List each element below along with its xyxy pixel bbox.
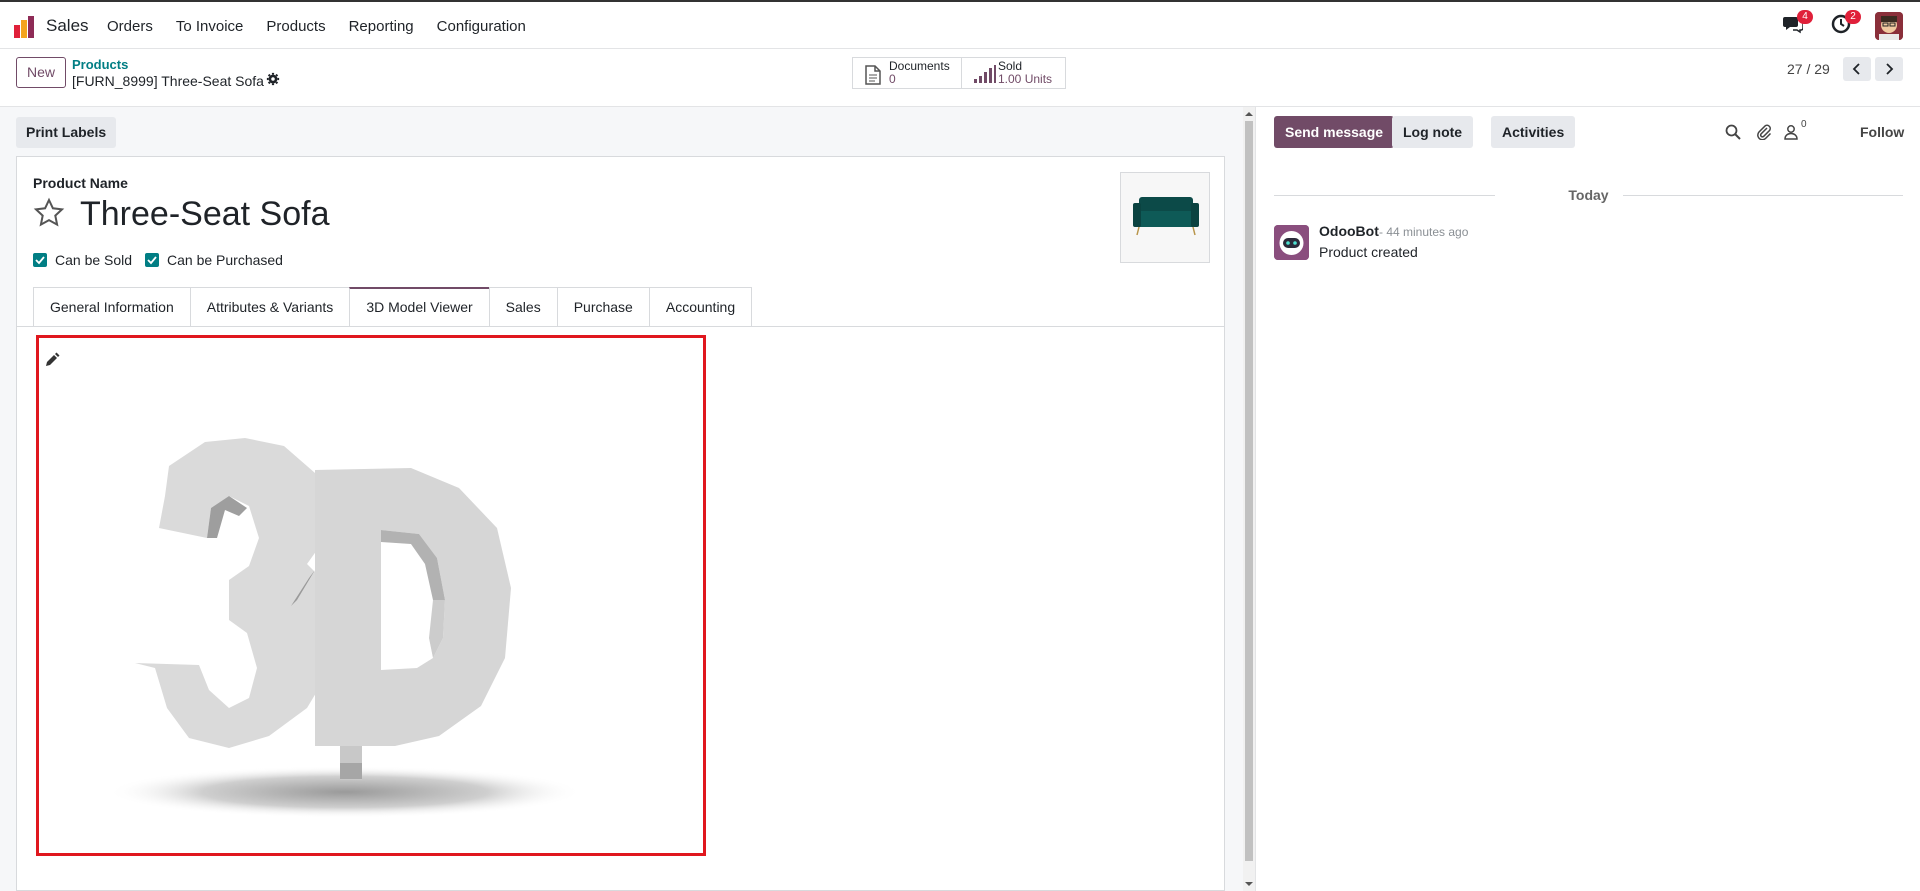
sofa-image — [1121, 173, 1209, 262]
chatter-panel: Send message Log note Activities 0 Follo… — [1255, 107, 1920, 891]
star-icon[interactable] — [33, 197, 65, 229]
search-icon[interactable] — [1725, 124, 1741, 140]
form-scrollbar[interactable] — [1243, 107, 1255, 891]
scroll-down-arrow-icon[interactable] — [1245, 880, 1253, 888]
3d-model-viewer[interactable] — [36, 335, 706, 856]
chevron-left-icon — [1852, 63, 1860, 75]
message-author[interactable]: OdooBot — [1319, 223, 1379, 239]
can-be-purchased-label: Can be Purchased — [167, 252, 283, 268]
can-be-sold-checkbox[interactable]: Can be Sold — [33, 252, 132, 268]
checkbox-checked[interactable] — [145, 253, 159, 267]
pager-value[interactable]: 27 / 29 — [1787, 61, 1830, 77]
robot-icon — [1274, 225, 1309, 260]
log-note-button[interactable]: Log note — [1392, 116, 1474, 148]
chart-bars-icon — [974, 65, 996, 83]
new-button[interactable]: New — [16, 57, 66, 88]
product-image[interactable] — [1120, 172, 1210, 263]
documents-label: Documents — [889, 59, 950, 73]
product-name-label: Product Name — [33, 175, 128, 191]
activities-badge: 2 — [1845, 10, 1861, 24]
date-divider-right — [1623, 195, 1903, 196]
menu-orders[interactable]: Orders — [107, 18, 153, 35]
message-date: - 44 minutes ago — [1379, 225, 1469, 239]
scroll-thumb[interactable] — [1245, 121, 1253, 861]
smart-buttons: Documents 0 Sold 1.00 Units — [852, 57, 1066, 89]
top-navbar: Sales Orders To Invoice Products Reporti… — [0, 0, 1920, 49]
follow-button[interactable]: Follow — [1860, 124, 1904, 140]
checkbox-checked[interactable] — [33, 253, 47, 267]
tab-attributes-variants[interactable]: Attributes & Variants — [189, 287, 351, 327]
pager-previous-button[interactable] — [1843, 57, 1871, 81]
breadcrumb-products[interactable]: Products — [72, 57, 128, 72]
paperclip-icon[interactable] — [1756, 124, 1772, 140]
check-icon — [35, 256, 45, 265]
activities-button[interactable]: Activities — [1491, 116, 1576, 148]
messaging-menu[interactable]: 4 — [1783, 10, 1813, 38]
menu-configuration[interactable]: Configuration — [437, 18, 526, 35]
tabs-divider — [17, 326, 1224, 327]
documents-count: 0 — [889, 72, 896, 86]
send-message-button[interactable]: Send message — [1274, 116, 1395, 148]
menu-to-invoice[interactable]: To Invoice — [176, 18, 244, 35]
sold-smart-button[interactable]: Sold 1.00 Units — [962, 57, 1066, 89]
scroll-up-arrow-icon[interactable] — [1245, 110, 1253, 118]
app-name[interactable]: Sales — [46, 16, 89, 36]
sales-app-logo-icon[interactable] — [14, 16, 36, 38]
message-body: Product created — [1319, 244, 1418, 260]
messages-badge: 4 — [1797, 10, 1813, 24]
user-avatar[interactable] — [1875, 12, 1903, 40]
tab-accounting[interactable]: Accounting — [648, 287, 753, 327]
activity-menu[interactable]: 2 — [1831, 10, 1861, 38]
can-be-purchased-checkbox[interactable]: Can be Purchased — [145, 252, 283, 268]
form-area: Print Labels Product Name Three-Seat Sof… — [0, 107, 1244, 891]
tab-sales[interactable]: Sales — [488, 287, 558, 327]
form-sheet: Product Name Three-Seat Sofa Can be Sold… — [16, 156, 1225, 891]
tab-general-information[interactable]: General Information — [33, 287, 191, 327]
print-labels-button[interactable]: Print Labels — [16, 117, 117, 148]
menu-reporting[interactable]: Reporting — [349, 18, 414, 35]
documents-smart-button[interactable]: Documents 0 — [852, 57, 962, 89]
pager-next-button[interactable] — [1875, 57, 1903, 81]
can-be-sold-label: Can be Sold — [55, 252, 133, 268]
odoobot-avatar[interactable] — [1274, 225, 1309, 260]
3d-model-render — [107, 438, 583, 818]
breadcrumb-current: [FURN_8999] Three-Seat Sofa — [72, 73, 264, 89]
user-avatar-image — [1875, 12, 1903, 40]
check-icon — [147, 256, 157, 265]
followers-count: 0 — [1801, 119, 1807, 130]
gear-icon[interactable] — [266, 72, 280, 86]
sold-value: 1.00 Units — [998, 72, 1053, 86]
tab-3d-model-viewer[interactable]: 3D Model Viewer — [349, 287, 490, 327]
user-icon[interactable] — [1783, 124, 1799, 140]
notebook-tabs: General Information Attributes & Variant… — [33, 287, 753, 327]
document-icon — [865, 65, 881, 85]
product-name-field[interactable]: Three-Seat Sofa — [80, 195, 329, 234]
menu-products[interactable]: Products — [266, 18, 325, 35]
tab-purchase[interactable]: Purchase — [556, 287, 650, 327]
main-menu: Orders To Invoice Products Reporting Con… — [107, 18, 549, 35]
chevron-right-icon — [1886, 63, 1894, 75]
